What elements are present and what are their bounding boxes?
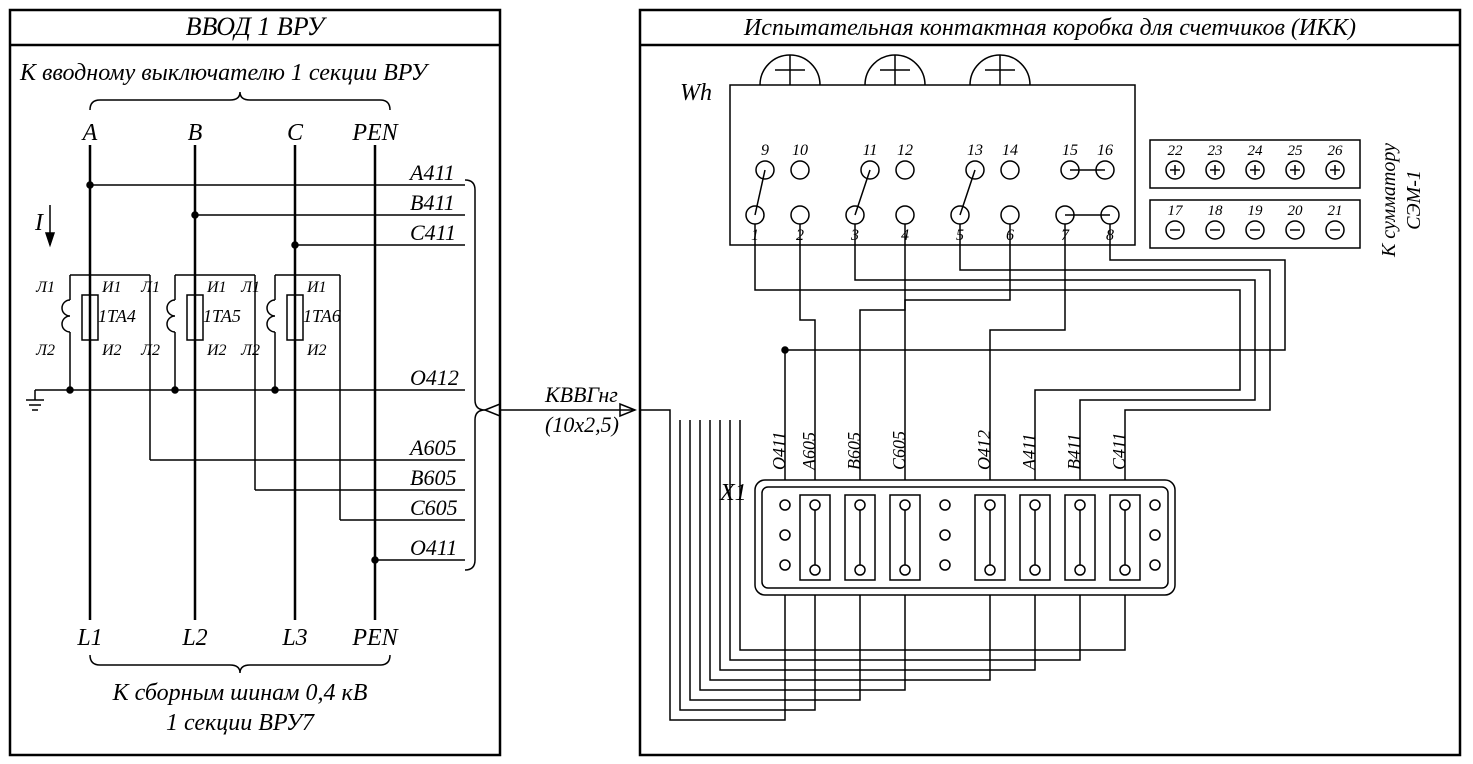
svg-text:15: 15: [1062, 142, 1078, 159]
svg-text:Л2: Л2: [140, 342, 160, 359]
wire-a605: А605: [408, 435, 456, 460]
svg-text:И1: И1: [206, 279, 227, 296]
x1-c605: С605: [889, 431, 909, 470]
svg-text:И1: И1: [306, 279, 327, 296]
phase-b-label: B: [188, 120, 203, 146]
bus-l1: L1: [76, 625, 102, 651]
svg-text:И2: И2: [101, 342, 122, 359]
x1-b411: В411: [1064, 433, 1084, 470]
svg-text:Л2: Л2: [35, 342, 55, 359]
svg-text:26: 26: [1328, 143, 1344, 159]
meter-lower-terminals: 1 2 3 4 5 6 7 8: [746, 206, 1119, 244]
svg-text:И1: И1: [101, 279, 122, 296]
wire-b605: В605: [410, 465, 456, 490]
x1-o411: О411: [769, 431, 789, 470]
ct-1ta5: Л1 Л2 И1 И2 1ТА5: [140, 275, 255, 490]
wiring-diagram: ВВОД 1 ВРУ К вводному выключателю 1 секц…: [0, 0, 1473, 764]
meter-upper-terminals: 9 10 11 12 13 14 15 16: [756, 142, 1114, 179]
bottom-caption1: К сборным шинам 0,4 кВ: [112, 680, 368, 706]
wire-b411: В411: [410, 190, 455, 215]
svg-text:11: 11: [863, 142, 878, 159]
bus-l2: L2: [181, 625, 207, 651]
ct-1ta6-label: 1ТА6: [303, 306, 341, 326]
bottom-caption2: 1 секции ВРУ7: [166, 710, 315, 736]
x1-a411: А411: [1019, 433, 1039, 471]
sem-label: СЭМ-1: [1403, 170, 1425, 230]
svg-text:Л1: Л1: [140, 279, 160, 296]
bus-pen: PEN: [351, 625, 399, 651]
svg-text:9: 9: [761, 142, 769, 159]
left-top-caption: К вводному выключателю 1 секции ВРУ: [19, 60, 430, 86]
bus-l3: L3: [281, 625, 307, 651]
pen-top-label: PEN: [351, 120, 399, 146]
cable-type: КВВГнг: [544, 382, 618, 407]
ct-1ta4: Л1 Л2 И1 И2 1ТА4: [35, 275, 150, 460]
x1-a605: А605: [799, 432, 819, 471]
current-i-label: I: [34, 210, 44, 236]
svg-text:Л1: Л1: [35, 279, 55, 296]
wh-label: Wh: [680, 80, 712, 106]
x1-o412: О412: [974, 430, 994, 470]
svg-text:12: 12: [897, 142, 913, 159]
wire-o411: О411: [410, 535, 457, 560]
cable-size: (10x2,5): [545, 412, 619, 437]
right-title: Испытательная контактная коробка для сче…: [743, 15, 1356, 41]
x1-label: X1: [719, 480, 747, 506]
svg-text:14: 14: [1002, 142, 1018, 159]
left-panel: ВВОД 1 ВРУ К вводному выключателю 1 секц…: [10, 10, 500, 755]
svg-text:17: 17: [1168, 203, 1185, 219]
svg-text:24: 24: [1248, 143, 1264, 159]
x1-terminals: [780, 495, 1160, 580]
ct-1ta5-label: 1ТА5: [203, 306, 241, 326]
svg-text:20: 20: [1288, 203, 1304, 219]
svg-text:16: 16: [1097, 142, 1113, 159]
wire-c411: С411: [410, 220, 456, 245]
cable: КВВГнг (10x2,5): [500, 382, 635, 437]
phase-a-label: A: [81, 120, 98, 146]
wire-o412: О412: [410, 365, 459, 390]
right-panel: Испытательная контактная коробка для сче…: [640, 10, 1460, 755]
svg-text:23: 23: [1208, 143, 1223, 159]
svg-text:13: 13: [967, 142, 983, 159]
svg-text:Л2: Л2: [240, 342, 260, 359]
svg-text:И2: И2: [206, 342, 227, 359]
svg-text:21: 21: [1328, 203, 1343, 219]
phase-c-label: C: [287, 120, 304, 146]
summator-block: 22 23 24 25 26 17 18 19 20 21 К сумматор…: [1150, 140, 1425, 258]
x1-b605: В605: [844, 432, 864, 470]
svg-text:Л1: Л1: [240, 279, 260, 296]
svg-text:25: 25: [1288, 143, 1304, 159]
svg-text:19: 19: [1248, 203, 1264, 219]
wire-a411: А411: [408, 160, 455, 185]
ct-1ta4-label: 1ТА4: [98, 306, 136, 326]
svg-text:22: 22: [1168, 143, 1184, 159]
svg-text:18: 18: [1208, 203, 1224, 219]
left-title: ВВОД 1 ВРУ: [186, 12, 328, 41]
svg-text:10: 10: [792, 142, 808, 159]
x1-to-cable-wires: [640, 410, 1125, 720]
x1-c411: С411: [1109, 432, 1129, 470]
summator-label: К сумматору: [1378, 143, 1400, 258]
svg-text:И2: И2: [306, 342, 327, 359]
wire-c605: С605: [410, 495, 458, 520]
